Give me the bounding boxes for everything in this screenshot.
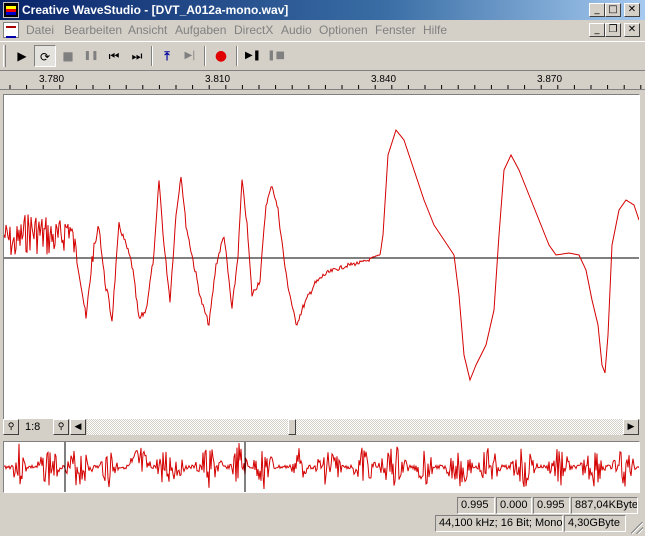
- play-to-marker-button[interactable]: ▶|: [179, 45, 201, 67]
- resize-grip-icon[interactable]: [631, 522, 643, 534]
- skip-end-button[interactable]: ⏭: [126, 45, 148, 67]
- menu-hilfe[interactable]: Hilfe: [423, 23, 447, 37]
- pause-icon: ❚❚: [83, 51, 99, 61]
- zoom-level: 1:8: [25, 421, 41, 433]
- stop-record-icon: ❚■: [267, 50, 285, 61]
- arrow-left-icon: ◀: [74, 422, 82, 432]
- zoom-in-button[interactable]: ⚲: [53, 419, 69, 435]
- magnifier-minus-icon: ⚲: [7, 422, 15, 432]
- insert-marker-button[interactable]: ⤒: [156, 45, 178, 67]
- scroll-track[interactable]: [87, 419, 623, 435]
- skip-start-button[interactable]: ⏮: [103, 45, 125, 67]
- pause-button[interactable]: ❚❚: [80, 45, 102, 67]
- record-button[interactable]: ●: [210, 45, 232, 67]
- menu-bearbeiten[interactable]: Bearbeiten: [64, 23, 122, 37]
- scroll-thumb[interactable]: [288, 419, 296, 435]
- title-bar[interactable]: Creative WaveStudio - [DVT_A012a-mono.wa…: [0, 0, 645, 20]
- status-disk-space: 4,30GByte: [564, 515, 626, 532]
- toolbar-separator: [236, 46, 238, 66]
- play-button[interactable]: ▶: [11, 45, 33, 67]
- waveform-view[interactable]: [3, 94, 640, 420]
- close-button[interactable]: ✕: [624, 3, 640, 17]
- status-selection-length: 0.000: [496, 497, 532, 514]
- waveform-trace: [4, 128, 639, 382]
- scroll-left-button[interactable]: ◀: [70, 419, 86, 435]
- doc-minimize-button[interactable]: _: [589, 23, 605, 37]
- menu-optionen[interactable]: Optionen: [319, 23, 368, 37]
- arrow-right-icon: ▶: [627, 422, 635, 432]
- status-selection-start: 0.995: [457, 497, 495, 514]
- zoom-scroll-bar: ⚲ 1:8 ⚲ ◀ ▶: [3, 419, 640, 436]
- toolbar-grip[interactable]: [3, 45, 6, 67]
- ruler-tick-label: 3.780: [39, 74, 65, 85]
- menu-bar: Datei Bearbeiten Ansicht Aufgaben Direct…: [0, 20, 645, 40]
- zoom-out-button[interactable]: ⚲: [3, 419, 19, 435]
- play-icon: ▶: [17, 49, 27, 63]
- skip-start-icon: ⏮: [108, 49, 120, 63]
- app-icon[interactable]: [3, 2, 19, 18]
- magnifier-plus-icon: ⚲: [57, 422, 65, 432]
- document-icon[interactable]: [3, 22, 19, 38]
- window-title: Creative WaveStudio - [DVT_A012a-mono.wa…: [22, 3, 289, 17]
- status-file-size: 887,04KByte: [571, 497, 638, 514]
- overview-trace: [3, 443, 640, 490]
- status-selection-end: 0.995: [533, 497, 570, 514]
- skip-end-icon: ⏭: [131, 49, 143, 63]
- stop-record-button[interactable]: ❚■: [265, 45, 287, 67]
- loop-play-icon: ⟳: [39, 50, 51, 64]
- status-format: 44,100 kHz; 16 Bit; Mono: [435, 515, 563, 532]
- ruler-tick-label: 3.870: [537, 74, 563, 85]
- waveform-canvas: [4, 128, 639, 382]
- overview-waveform[interactable]: [3, 441, 640, 493]
- menu-fenster[interactable]: Fenster: [375, 23, 416, 37]
- toolbar-separator: [204, 46, 206, 66]
- record-icon: ●: [214, 48, 228, 64]
- menu-aufgaben[interactable]: Aufgaben: [175, 23, 226, 37]
- time-ruler[interactable]: 3.780 3.810 3.840 3.870: [0, 72, 645, 90]
- menu-datei[interactable]: Datei: [26, 23, 54, 37]
- scroll-right-button[interactable]: ▶: [623, 419, 639, 435]
- ruler-tick-label: 3.840: [371, 74, 397, 85]
- play-to-marker-icon: ▶|: [184, 50, 196, 61]
- status-bar: 0.995 0.000 0.995 887,04KByte 44,100 kHz…: [0, 495, 645, 536]
- doc-restore-button[interactable]: ❐: [605, 23, 621, 37]
- loop-play-button[interactable]: ⟳: [34, 45, 56, 67]
- doc-close-button[interactable]: ✕: [624, 23, 640, 37]
- ruler-tick-label: 3.810: [205, 74, 231, 85]
- overview-canvas: [3, 442, 640, 492]
- maximize-button[interactable]: □: [605, 3, 621, 17]
- stop-icon: ■: [62, 49, 74, 63]
- insert-marker-icon: ⤒: [164, 49, 170, 63]
- toolbar-separator: [151, 46, 153, 66]
- play-selection-icon: ▶❚: [244, 50, 262, 61]
- menu-ansicht[interactable]: Ansicht: [128, 23, 167, 37]
- transport-toolbar: ▶ ⟳ ■ ❚❚ ⏮ ⏭ ⤒ ▶| ● ▶❚ ❚■: [0, 41, 645, 71]
- menu-audio[interactable]: Audio: [281, 23, 312, 37]
- play-selection-button[interactable]: ▶❚: [242, 45, 264, 67]
- stop-button[interactable]: ■: [57, 45, 79, 67]
- menu-directx[interactable]: DirectX: [234, 23, 273, 37]
- minimize-button[interactable]: _: [589, 3, 605, 17]
